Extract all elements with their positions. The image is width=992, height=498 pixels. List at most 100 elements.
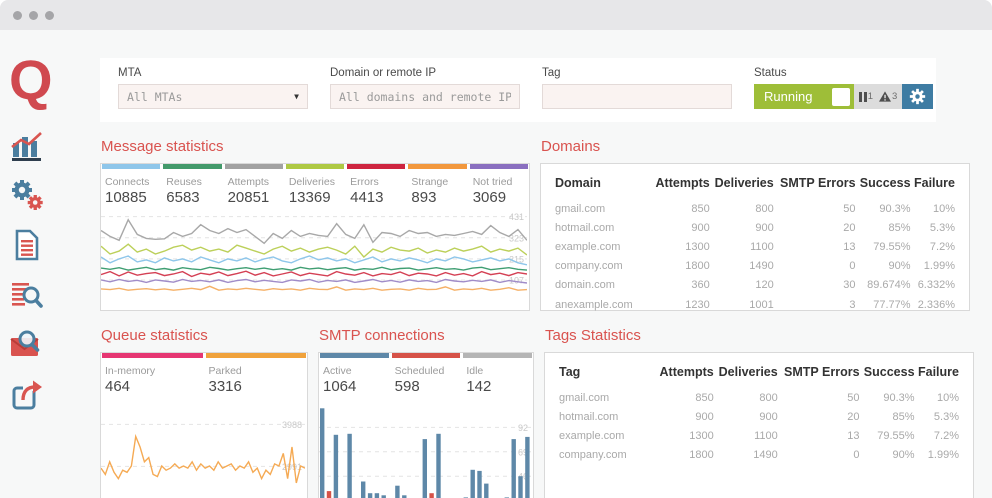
stat-label: Deliveries (288, 176, 335, 188)
table-cell: 1490 (749, 260, 774, 273)
sidebar-item-statistics[interactable] (9, 127, 49, 163)
stat-value: 142 (466, 378, 492, 395)
table-cell: 900 (691, 221, 710, 234)
table-row[interactable]: example.com 1300 1100 13 79.55% 7.2% (555, 237, 955, 256)
domain-label: Domain or remote IP (330, 67, 437, 79)
sidebar-item-message-search[interactable] (9, 327, 49, 363)
stat-value: 893 (411, 189, 437, 206)
stat-scheduled: Scheduled 598 (391, 353, 461, 395)
gear-icon (909, 88, 926, 105)
table-cell: 10% (936, 391, 959, 404)
mta-select-value: All MTAs (127, 89, 183, 104)
stat-color-bar (224, 164, 283, 169)
table-cell: example.com (555, 240, 621, 253)
filter-bar: MTA All MTAs ▼ Domain or remote IP Tag S… (100, 58, 936, 122)
message-stats-strip: Connects 10885 Reuses 6583 Attempts 2085… (101, 164, 529, 206)
stat-value: 3316 (208, 378, 242, 395)
column-header: Tag (559, 365, 581, 379)
mta-select[interactable]: All MTAs ▼ (118, 84, 308, 109)
table-cell: 0 (849, 260, 856, 273)
column-header: Deliveries (718, 365, 778, 379)
stat-value: 10885 (105, 189, 147, 206)
section-message-statistics: Message statistics Connects 10885 Reuses… (100, 122, 530, 311)
table-cell: hotmail.com (555, 221, 615, 234)
table-row[interactable]: hotmail.com 900 900 20 85% 5.3% (555, 218, 955, 237)
stat-color-bar (102, 164, 161, 169)
warning-indicator[interactable]: 3 (879, 91, 897, 102)
table-cell: 90% (892, 449, 915, 462)
stat-active: Active 1064 (320, 353, 389, 395)
table-cell: 1300 (689, 429, 714, 442)
column-header: Deliveries (714, 176, 774, 190)
column-header: Attempts (659, 365, 714, 379)
table-row[interactable]: company.com 1800 1490 0 90% 1.99% (555, 257, 955, 276)
sidebar: Q (0, 30, 100, 498)
section-title: Domains (541, 138, 601, 155)
table-cell: 1800 (689, 449, 714, 462)
window-dot[interactable] (29, 10, 38, 20)
pause-icon (858, 92, 867, 102)
table-cell: 5.3% (933, 410, 959, 423)
table-cell: 90% (888, 260, 911, 273)
table-cell: company.com (559, 449, 627, 462)
stat-strange: Strange 893 (408, 164, 467, 206)
table-cell: 900 (695, 410, 714, 423)
mail-search-icon (10, 330, 40, 357)
log-search-icon (12, 283, 43, 308)
table-cell: 1100 (754, 429, 778, 442)
window-dot[interactable] (13, 10, 22, 20)
stat-value: 3069 (472, 189, 507, 206)
column-header: Success (863, 365, 915, 379)
section-title: Message statistics (101, 138, 224, 155)
table-row[interactable]: gmail.com 850 800 50 90.3% 10% (559, 388, 959, 407)
status-toggle[interactable]: Running (754, 84, 854, 109)
sidebar-item-log-search[interactable] (9, 277, 49, 313)
table-cell: 85% (892, 410, 915, 423)
table-row[interactable]: hotmail.com 900 900 20 85% 5.3% (559, 407, 959, 426)
table-cell: 7.2% (929, 240, 955, 253)
window-dot[interactable] (45, 10, 54, 20)
smtp-stats-strip: Active 1064 Scheduled 598 Idle 142 (319, 353, 533, 395)
stat-label: In-memory (105, 365, 156, 377)
table-cell: 0 (853, 449, 860, 462)
table-row[interactable]: domain.com 360 120 30 89.674% 6.332% (555, 276, 955, 295)
chevron-down-icon: ▼ (294, 92, 299, 101)
document-icon (15, 229, 39, 261)
status-indicators: 1 3 (854, 84, 902, 109)
paused-indicator[interactable]: 1 (858, 91, 873, 102)
stat-color-bar (320, 353, 389, 358)
stat-idle: Idle 142 (463, 353, 533, 395)
table-cell: gmail.com (559, 391, 610, 404)
app-logo[interactable]: Q (9, 51, 100, 107)
stat-label: Idle (466, 365, 484, 377)
stat-color-bar (347, 164, 406, 169)
settings-button[interactable] (902, 84, 933, 109)
table-cell: 13 (843, 240, 856, 253)
stat-label: Not tried (472, 176, 513, 188)
table-row[interactable]: company.com 1800 1490 0 90% 1.99% (559, 446, 959, 465)
mta-label: MTA (118, 67, 142, 79)
domain-input[interactable] (330, 84, 520, 109)
stat-attempts: Attempts 20851 (224, 164, 283, 206)
section-title: Tags Statistics (545, 327, 641, 344)
warning-icon (879, 91, 891, 102)
smtp-connections-chart: 926946 (319, 408, 531, 498)
stat-value: 598 (394, 378, 420, 395)
tag-input[interactable] (542, 84, 732, 109)
column-header: Success (859, 176, 911, 190)
sidebar-item-export[interactable] (9, 377, 49, 413)
section-title: SMTP connections (319, 327, 445, 344)
sidebar-item-settings[interactable] (9, 177, 49, 213)
table-row[interactable]: gmail.com 850 800 50 90.3% 10% (555, 199, 955, 218)
sidebar-item-documents[interactable] (9, 227, 49, 263)
table-cell: 85% (888, 221, 911, 234)
stat-connects: Connects 10885 (102, 164, 161, 206)
table-row[interactable]: example.com 1300 1100 13 79.55% 7.2% (559, 426, 959, 445)
table-cell: 20 (847, 410, 860, 423)
stat-label: Connects (105, 176, 150, 188)
table-cell: 7.2% (933, 429, 959, 442)
table-cell: 50 (847, 391, 860, 404)
table-cell: 79.55% (873, 240, 911, 253)
status-bar: Running 1 3 (754, 84, 933, 109)
table-cell: hotmail.com (559, 410, 619, 423)
